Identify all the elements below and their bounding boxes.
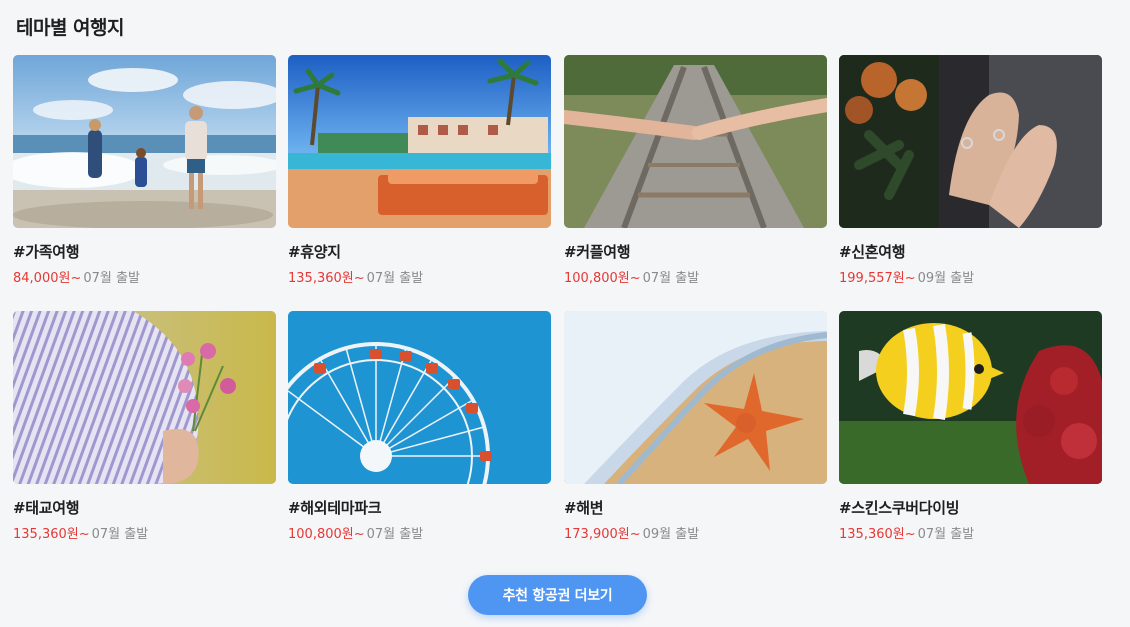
card-price: 199,557원~ [839, 271, 916, 286]
wedding-rings-photo[interactable] [839, 55, 1102, 228]
card-tag[interactable]: #해변 [564, 497, 827, 518]
couple-railway-photo[interactable] [564, 55, 827, 228]
destination-card-family[interactable]: #가족여행 84,000원~ 07월 출발 [13, 55, 276, 286]
tropical-fish-photo[interactable] [839, 311, 1102, 484]
card-tag[interactable]: #해외테마파크 [288, 497, 551, 518]
pregnant-flowers-photo[interactable] [13, 311, 276, 484]
card-tag[interactable]: #태교여행 [13, 497, 276, 518]
card-departure: 07월 출발 [366, 271, 424, 286]
destination-card-scuba[interactable]: #스킨스쿠버다이빙 135,360원~ 07월 출발 [839, 311, 1102, 542]
card-price-line: 135,360원~ 07월 출발 [13, 523, 276, 542]
card-tag[interactable]: #스킨스쿠버다이빙 [839, 497, 1102, 518]
card-departure: 09월 출발 [642, 527, 700, 542]
card-price-line: 135,360원~ 07월 출발 [839, 523, 1102, 542]
card-tag[interactable]: #휴양지 [288, 241, 551, 262]
card-departure: 07월 출발 [917, 527, 975, 542]
theme-travel-section: 테마별 여행지 #가족여행 84,000원~ 07월 출발 #휴양지 135,3… [0, 0, 1130, 627]
card-price-line: 173,900원~ 09월 출발 [564, 523, 827, 542]
card-price-line: 135,360원~ 07월 출발 [288, 267, 551, 286]
card-price: 100,800원~ [288, 527, 365, 542]
card-tag[interactable]: #신혼여행 [839, 241, 1102, 262]
destination-card-resort[interactable]: #휴양지 135,360원~ 07월 출발 [288, 55, 551, 286]
destination-card-beach[interactable]: #해변 173,900원~ 09월 출발 [564, 311, 827, 542]
card-price: 135,360원~ [13, 527, 90, 542]
card-price: 84,000원~ [13, 271, 82, 286]
card-departure: 07월 출발 [91, 527, 149, 542]
card-price: 173,900원~ [564, 527, 641, 542]
destination-card-couple[interactable]: #커플여행 100,800원~ 07월 출발 [564, 55, 827, 286]
card-departure: 07월 출발 [366, 527, 424, 542]
card-price-line: 199,557원~ 09월 출발 [839, 267, 1102, 286]
card-price-line: 100,800원~ 07월 출발 [564, 267, 827, 286]
destination-card-prenatal[interactable]: #태교여행 135,360원~ 07월 출발 [13, 311, 276, 542]
card-tag[interactable]: #커플여행 [564, 241, 827, 262]
card-departure: 07월 출발 [642, 271, 700, 286]
ferris-wheel-photo[interactable] [288, 311, 551, 484]
card-departure: 07월 출발 [83, 271, 140, 286]
section-title: 테마별 여행지 [16, 17, 125, 39]
card-price-line: 84,000원~ 07월 출발 [13, 267, 276, 286]
starfish-beach-photo[interactable] [564, 311, 827, 484]
card-price-line: 100,800원~ 07월 출발 [288, 523, 551, 542]
family-beach-photo[interactable] [13, 55, 276, 228]
destination-card-theme-park[interactable]: #해외테마파크 100,800원~ 07월 출발 [288, 311, 551, 542]
card-departure: 09월 출발 [917, 271, 975, 286]
card-price: 135,360원~ [839, 527, 916, 542]
card-price: 135,360원~ [288, 271, 365, 286]
destination-card-honeymoon[interactable]: #신혼여행 199,557원~ 09월 출발 [839, 55, 1102, 286]
card-tag[interactable]: #가족여행 [13, 241, 276, 262]
resort-pool-photo[interactable] [288, 55, 551, 228]
more-flights-button[interactable]: 추천 항공권 더보기 [468, 575, 647, 615]
card-price: 100,800원~ [564, 271, 641, 286]
